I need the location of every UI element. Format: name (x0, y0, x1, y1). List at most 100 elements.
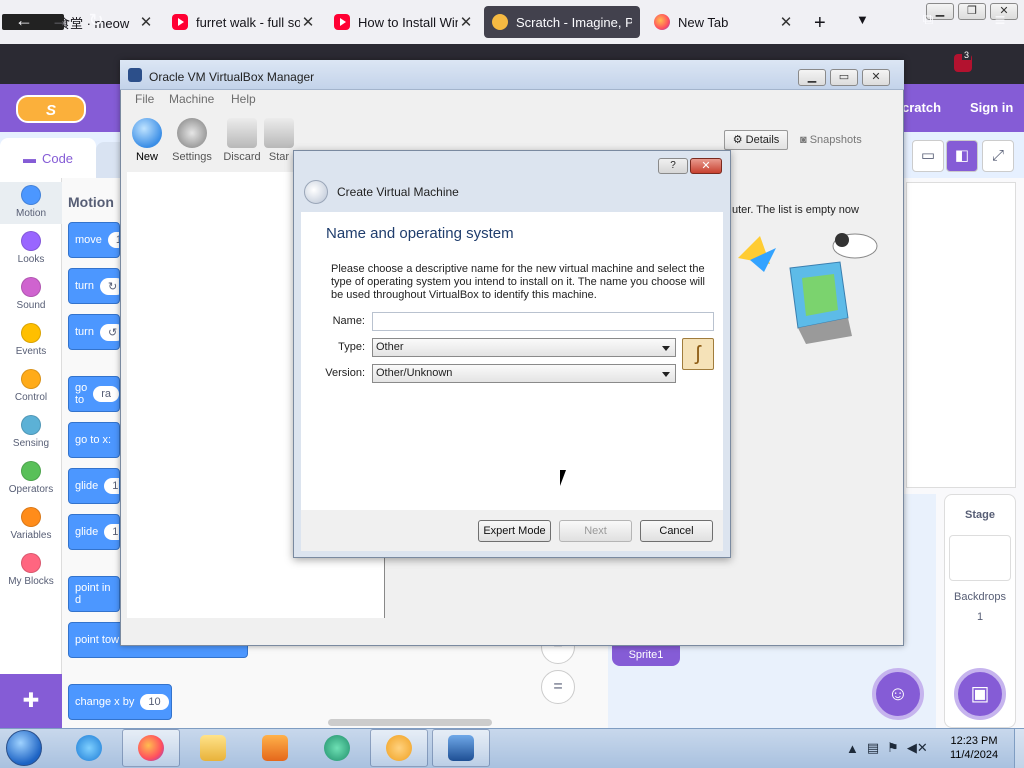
browser-tab-5[interactable]: New Tab ✕ (646, 6, 802, 38)
category-sound[interactable]: Sound (0, 274, 62, 316)
show-desktop-button[interactable] (1014, 729, 1024, 768)
motion-block[interactable]: move 1 (68, 222, 120, 258)
motion-block[interactable]: glide 1 (68, 514, 120, 550)
category-operators[interactable]: Operators (0, 458, 62, 500)
toolbar-start-button[interactable]: Star (262, 118, 296, 163)
menu-machine[interactable]: Machine (169, 92, 214, 106)
internet-explorer-icon (76, 735, 102, 761)
toolbar-new-label: New (135, 151, 158, 163)
new-tab-plus-icon[interactable]: + (814, 12, 826, 35)
toolbar-discard-button[interactable]: Discard (219, 118, 265, 163)
stage-canvas[interactable] (906, 182, 1016, 488)
block-input[interactable]: ra (93, 386, 119, 402)
taskbar-media-player[interactable] (246, 729, 304, 767)
close-tab-icon[interactable]: ✕ (138, 13, 154, 31)
motion-block[interactable]: turn ↺ (68, 314, 120, 350)
snapshots-button[interactable]: ◙ Snapshots (800, 130, 880, 150)
small-stage-icon[interactable]: ▭ (912, 140, 944, 172)
browser-tab-3[interactable]: How to Install Wind ✕ (326, 6, 482, 38)
category-sensing[interactable]: Sensing (0, 412, 62, 454)
motion-block[interactable]: turn ↻ (68, 268, 120, 304)
mouse-cursor-icon (560, 470, 572, 486)
action-center-flag-icon[interactable]: ⚑ (887, 740, 899, 756)
block-label: glide (75, 480, 99, 492)
choose-backdrop-image-icon[interactable]: ▣ (954, 668, 1006, 720)
workspace-scrollbar[interactable] (328, 719, 492, 726)
back-arrow-icon[interactable]: ← (12, 8, 36, 32)
help-button[interactable]: ? (658, 158, 688, 174)
toolbar-settings-button[interactable]: Settings (169, 118, 215, 163)
block-input[interactable]: ↺ (99, 323, 119, 341)
category-looks[interactable]: Looks (0, 228, 62, 270)
discard-arrow-icon (227, 118, 257, 148)
show-hidden-icons-icon[interactable]: ▲ (846, 741, 859, 756)
details-button[interactable]: ⚙ Details (724, 130, 788, 150)
taskbar-firefox[interactable] (122, 729, 180, 767)
category-control[interactable]: Control (0, 366, 62, 408)
back-arrow-icon[interactable] (304, 180, 328, 204)
category-motion[interactable]: Motion (0, 182, 62, 224)
name-input[interactable] (372, 312, 714, 331)
version-select[interactable]: Other/Unknown (372, 364, 676, 383)
extensions-puzzle-icon[interactable]: ⧉ (916, 8, 940, 32)
restore-icon[interactable]: ❐ (958, 3, 986, 20)
block-input[interactable]: ↻ (99, 277, 119, 295)
choose-sprite-cat-icon[interactable]: ☺ (872, 668, 924, 720)
taskbar-ie[interactable] (60, 729, 118, 767)
normal-stage-icon[interactable]: ◧ (946, 140, 978, 172)
motion-block[interactable]: go to ra (68, 376, 120, 412)
scratch-logo[interactable]: S (16, 95, 86, 123)
taskbar-clock[interactable]: 12:23 PM 11/4/2024 (942, 734, 1006, 762)
list-all-tabs-chevron-icon[interactable]: ▼ (856, 12, 869, 27)
scratch-favicon-icon (492, 14, 508, 30)
block-input[interactable]: 10 (140, 694, 169, 710)
taskbar-app[interactable] (308, 729, 366, 767)
details-gear-icon: ⚙ (732, 134, 743, 146)
network-icon[interactable]: ▤ (867, 740, 879, 756)
tab-costumes[interactable] (96, 142, 120, 178)
category-events[interactable]: Events (0, 320, 62, 362)
vbox-minimize-icon[interactable]: ▁ (798, 69, 826, 86)
block-label: turn (75, 280, 94, 292)
dialog-close-button[interactable]: ✕ (690, 158, 722, 174)
add-extension-button[interactable]: ✚ (0, 674, 62, 728)
taskbar-scratch[interactable] (370, 729, 428, 767)
cancel-button[interactable]: Cancel (640, 520, 713, 542)
toolbar-new-button[interactable]: New (124, 118, 170, 163)
create-link[interactable]: cratch (902, 100, 941, 115)
type-select[interactable]: Other (372, 338, 676, 357)
block-input[interactable]: 1 (104, 478, 119, 494)
next-button[interactable]: Next (559, 520, 632, 542)
volume-muted-icon[interactable]: ◀✕ (907, 740, 928, 756)
reload-icon[interactable]: ↻ (84, 8, 108, 32)
category-my-blocks[interactable]: My Blocks (0, 550, 62, 592)
sign-in-link[interactable]: Sign in (970, 100, 1013, 115)
vbox-close-icon[interactable]: ✕ (862, 69, 890, 86)
category-variables[interactable]: Variables (0, 504, 62, 546)
taskbar-virtualbox[interactable] (432, 729, 490, 767)
browser-tab-2[interactable]: furret walk - full so ✕ (164, 6, 324, 38)
forward-arrow-icon[interactable]: → (48, 8, 72, 32)
close-tab-icon[interactable]: ✕ (458, 13, 474, 31)
taskbar-explorer[interactable] (184, 729, 242, 767)
tab-code[interactable]: ▬ Code (0, 138, 96, 178)
block-input[interactable]: 1 (104, 524, 119, 540)
start-orb-icon[interactable] (6, 730, 42, 766)
sprite-card[interactable]: Sprite1 (612, 644, 680, 666)
block-label: move (75, 234, 102, 246)
app-menu-hamburger-icon[interactable]: ≡ (988, 8, 1012, 32)
motion-block[interactable]: glide 1 (68, 468, 120, 504)
motion-block[interactable]: go to x: (68, 422, 120, 458)
browser-tab-active[interactable]: Scratch - Imagine, P (484, 6, 640, 38)
motion-block[interactable]: point in d (68, 576, 120, 612)
close-tab-icon[interactable]: ✕ (300, 13, 316, 31)
close-tab-icon[interactable]: ✕ (778, 13, 794, 31)
fullscreen-icon[interactable]: ⤢ (982, 140, 1014, 172)
motion-block[interactable]: change x by 10 (68, 684, 172, 720)
zoom-reset-button[interactable]: = (541, 670, 575, 704)
menu-file[interactable]: File (135, 92, 154, 106)
expert-mode-button[interactable]: Expert Mode (478, 520, 551, 542)
vbox-maximize-icon[interactable]: ▭ (830, 69, 858, 86)
menu-help[interactable]: Help (231, 92, 256, 106)
block-input[interactable]: 1 (107, 232, 119, 248)
